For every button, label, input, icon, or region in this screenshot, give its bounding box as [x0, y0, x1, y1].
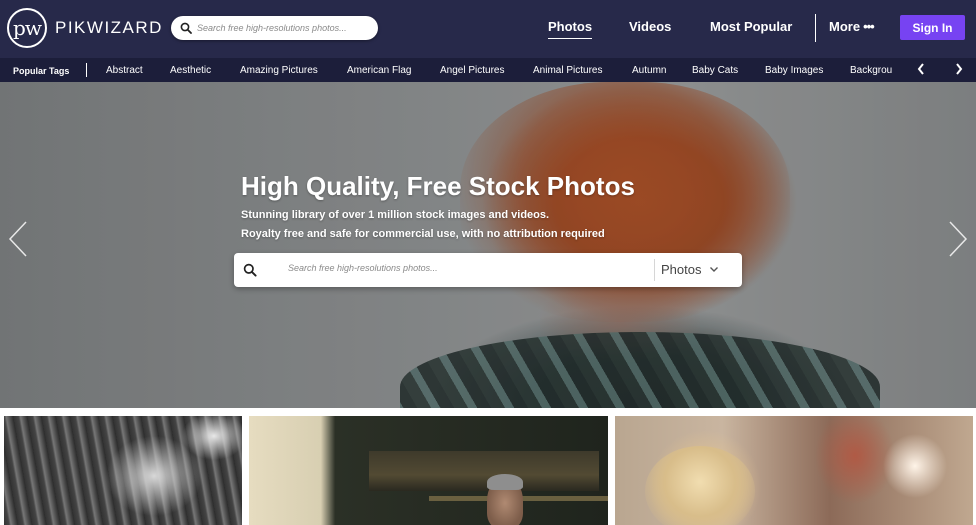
logo-name: PIKWIZARD [55, 18, 163, 37]
nav-most-popular[interactable]: Most Popular [710, 19, 792, 34]
hero-search-input[interactable] [288, 263, 638, 273]
hero-overlay [0, 82, 976, 408]
tag-american-flag[interactable]: American Flag [347, 65, 411, 76]
tag-abstract[interactable]: Abstract [106, 65, 143, 76]
thumbnail-person [645, 446, 755, 525]
nav-divider [815, 14, 816, 42]
search-type-dropdown[interactable]: Photos [661, 262, 719, 277]
hero-title: High Quality, Free Stock Photos [241, 171, 635, 201]
logo-mark: pw [7, 8, 47, 48]
thumbnail-shelf [369, 451, 599, 491]
thumbnail-person-hair [487, 474, 523, 490]
chevron-right-icon[interactable] [948, 220, 968, 263]
photo-thumbnail[interactable] [615, 416, 973, 525]
search-type-divider [654, 259, 655, 281]
chevron-left-icon[interactable] [8, 220, 28, 263]
nav-more-label: More [829, 19, 861, 34]
header-search-input[interactable] [197, 23, 367, 33]
search-type-label: Photos [661, 262, 702, 277]
hero-subtitle-line1: Stunning library of over 1 million stock… [241, 209, 550, 221]
nav-more[interactable]: More ••• [829, 19, 875, 34]
ellipsis-icon: ••• [863, 19, 875, 34]
hero-search-bar: Photos [234, 253, 742, 287]
top-navigation: pw PIKWIZARD Photos Videos Most Popular … [0, 0, 976, 58]
popular-tags-bar: Popular Tags Abstract Aesthetic Amazing … [0, 58, 976, 82]
sign-in-button[interactable]: Sign In [900, 15, 965, 40]
tag-backgrounds[interactable]: Backgrou [850, 65, 892, 76]
tag-baby-images[interactable]: Baby Images [765, 65, 823, 76]
search-icon[interactable] [243, 263, 257, 277]
header-search[interactable] [171, 16, 378, 40]
nav-videos[interactable]: Videos [629, 19, 671, 34]
chevron-left-icon[interactable] [917, 62, 925, 79]
search-icon [180, 22, 192, 34]
nav-photos[interactable]: Photos [548, 19, 593, 39]
chevron-right-icon[interactable] [955, 62, 963, 79]
hero-banner: High Quality, Free Stock Photos Stunning… [0, 82, 976, 408]
tags-scroller: Abstract Aesthetic Amazing Pictures Amer… [95, 58, 897, 82]
chevron-down-icon [710, 267, 719, 272]
tag-aesthetic[interactable]: Aesthetic [170, 65, 211, 76]
tags-divider [86, 63, 87, 77]
photo-thumbnail[interactable] [4, 416, 242, 525]
tag-animal-pictures[interactable]: Animal Pictures [533, 65, 602, 76]
logo[interactable]: pw PIKWIZARD [7, 8, 163, 48]
tag-amazing-pictures[interactable]: Amazing Pictures [240, 65, 318, 76]
tag-autumn[interactable]: Autumn [632, 65, 666, 76]
tag-angel-pictures[interactable]: Angel Pictures [440, 65, 504, 76]
hero-subtitle-line2: Royalty free and safe for commercial use… [241, 228, 605, 240]
popular-tags-heading: Popular Tags [13, 66, 70, 76]
tag-baby-cats[interactable]: Baby Cats [692, 65, 738, 76]
photo-thumbnail[interactable] [249, 416, 608, 525]
